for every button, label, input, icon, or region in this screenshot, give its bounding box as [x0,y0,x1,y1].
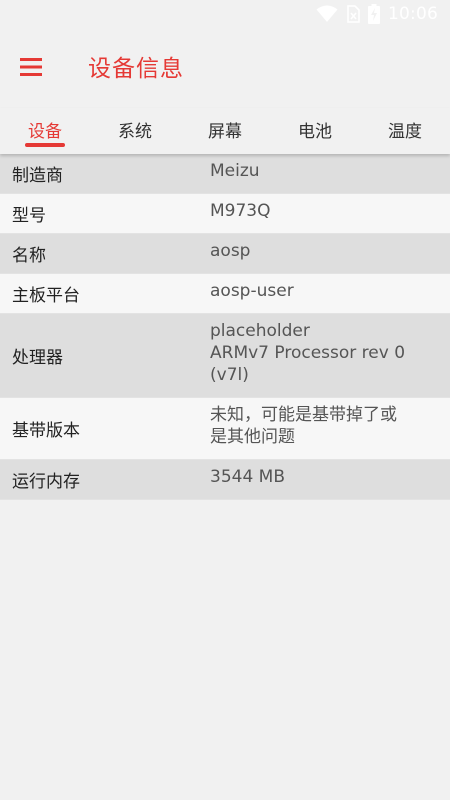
info-value: 未知，可能是基带掉了或 是其他问题 [210,405,397,447]
info-label: 运行内存 [12,472,80,492]
tab-temperature[interactable]: 温度 [360,108,450,154]
status-bar: 10:06 [0,0,450,28]
info-label: 基带版本 [12,421,80,441]
info-value: placeholder ARMv7 Processor rev 0 (v7l) [210,321,406,385]
tab-label: 系统 [118,122,152,142]
info-row-manufacturer: 制造商 Meizu [0,154,450,194]
info-value: Meizu [210,161,260,181]
battery-charging-icon [368,4,380,24]
status-icons: 10:06 [316,3,438,25]
info-label: 名称 [12,246,46,266]
tab-device[interactable]: 设备 [0,108,90,154]
info-row-processor: 处理器 placeholder ARMv7 Processor rev 0 (v… [0,314,450,398]
no-sim-icon [346,5,360,23]
info-value: aosp [210,241,251,261]
info-value: 3544 MB [210,467,285,487]
tab-system[interactable]: 系统 [90,108,180,154]
tab-label: 温度 [388,122,422,142]
info-row-baseband: 基带版本 未知，可能是基带掉了或 是其他问题 [0,398,450,460]
info-row-model: 型号 M973Q [0,194,450,234]
tab-screen[interactable]: 屏幕 [180,108,270,154]
info-label: 制造商 [12,166,63,186]
app-toolbar: 设备信息 [0,28,450,108]
tab-label: 设备 [28,122,62,142]
info-label: 处理器 [12,348,63,368]
tab-label: 屏幕 [208,122,242,142]
info-label: 型号 [12,206,46,226]
device-info-list: 制造商 Meizu 型号 M973Q 名称 aosp 主板平台 aosp-use… [0,154,450,800]
active-tab-indicator [25,143,65,147]
info-row-board: 主板平台 aosp-user [0,274,450,314]
info-row-name: 名称 aosp [0,234,450,274]
tab-bar: 设备 系统 屏幕 电池 温度 [0,108,450,154]
tab-label: 电池 [298,122,332,142]
hamburger-menu-icon[interactable] [18,55,46,79]
info-value: M973Q [210,201,271,221]
page-title: 设备信息 [88,56,184,82]
info-value: aosp-user [210,281,294,301]
info-row-memory: 运行内存 3544 MB [0,460,450,500]
wifi-icon [316,5,338,23]
info-label: 主板平台 [12,286,80,306]
tab-battery[interactable]: 电池 [270,108,360,154]
status-time: 10:06 [388,4,438,24]
